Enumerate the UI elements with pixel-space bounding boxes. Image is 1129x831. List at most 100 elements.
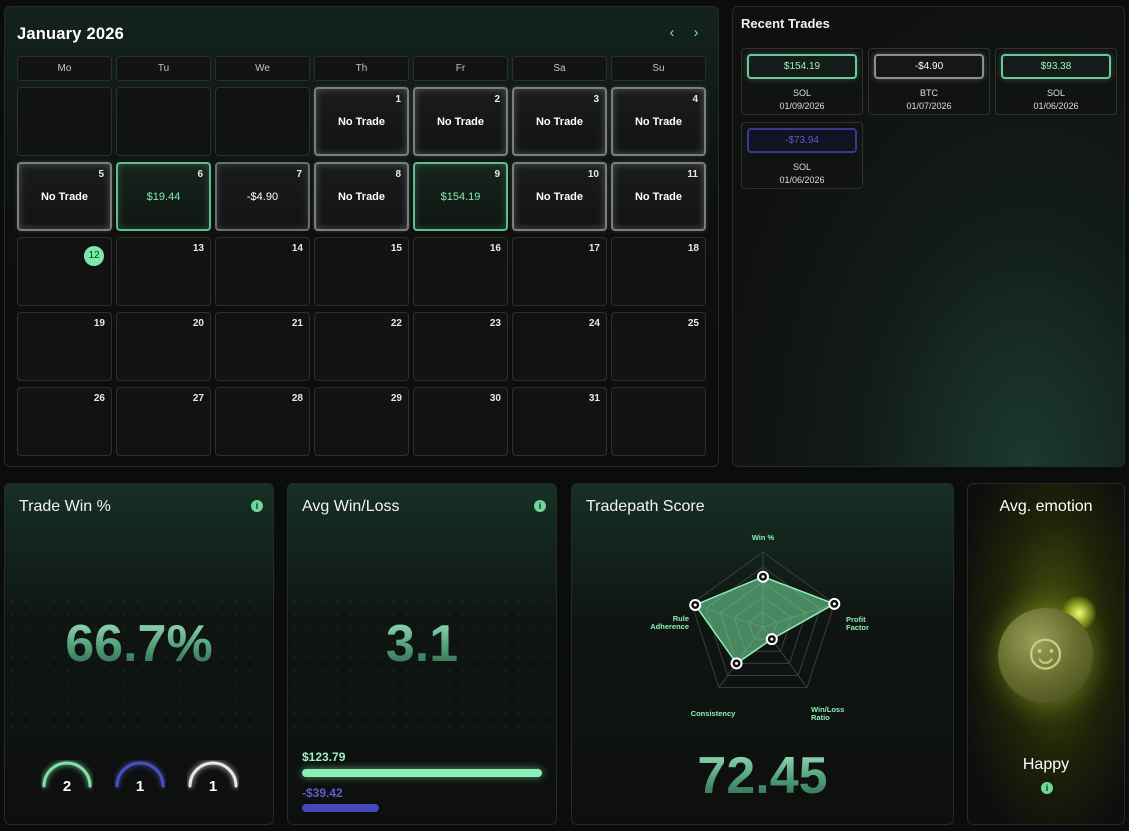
calendar-day-16[interactable]: 16 <box>413 237 508 306</box>
avg-emotion-card: Avg. emotion ☺ Happy i <box>967 483 1125 825</box>
trade-date: 01/06/2026 <box>779 175 825 185</box>
trade-card[interactable]: -$4.90 BTC 01/07/2026 <box>868 48 990 115</box>
calendar-day-2[interactable]: 2 No Trade <box>413 87 508 156</box>
ring-gauge: 1 <box>187 760 239 812</box>
weekday-th: Th <box>314 56 409 81</box>
day-number: 22 <box>390 318 402 329</box>
calendar-day-30[interactable]: 30 <box>413 387 508 456</box>
day-number: 1 <box>395 94 401 105</box>
calendar-day-13[interactable]: 13 <box>116 237 211 306</box>
avg-win-loss-title: Avg Win/Loss <box>302 498 400 515</box>
no-trade-label: No Trade <box>337 191 386 203</box>
trade-card[interactable]: $154.19 SOL 01/09/2026 <box>741 48 863 115</box>
day-number: 5 <box>98 169 104 180</box>
no-trade-label: No Trade <box>634 191 683 203</box>
calendar-day-empty <box>116 87 211 156</box>
day-number: 17 <box>588 243 600 254</box>
weekday-mo: Mo <box>17 56 112 81</box>
day-number: 9 <box>494 169 500 180</box>
info-icon[interactable]: i <box>251 500 263 512</box>
calendar-day-23[interactable]: 23 <box>413 312 508 381</box>
calendar-day-8[interactable]: 8 No Trade <box>314 162 409 231</box>
trade-card[interactable]: $93.38 SOL 01/06/2026 <box>995 48 1117 115</box>
trade-amount: $93.38 <box>1001 54 1111 79</box>
weekday-fr: Fr <box>413 56 508 81</box>
trade-date: 01/09/2026 <box>779 101 825 111</box>
radar-score-area <box>694 575 837 665</box>
ring-count: 2 <box>62 778 72 795</box>
avg-win-amount: $123.79 <box>302 750 346 764</box>
avg-win-bar <box>302 769 542 777</box>
trade-symbol: SOL <box>792 88 811 98</box>
no-trade-label: No Trade <box>436 116 485 128</box>
calendar-day-10[interactable]: 10 No Trade <box>512 162 607 231</box>
day-number: 20 <box>192 318 204 329</box>
radar-point-dot <box>832 602 836 606</box>
calendar-day-21[interactable]: 21 <box>215 312 310 381</box>
calendar-day-3[interactable]: 3 No Trade <box>512 87 607 156</box>
calendar-day-26[interactable]: 26 <box>17 387 112 456</box>
calendar-day-9[interactable]: 9 $154.19 <box>413 162 508 231</box>
calendar-day-20[interactable]: 20 <box>116 312 211 381</box>
calendar-day-22[interactable]: 22 <box>314 312 409 381</box>
calendar-day-24[interactable]: 24 <box>512 312 607 381</box>
calendar-day-empty <box>215 87 310 156</box>
calendar-day-6[interactable]: 6 $19.44 <box>116 162 211 231</box>
calendar-day-15[interactable]: 15 <box>314 237 409 306</box>
weekday-sa: Sa <box>512 56 607 81</box>
trade-win-card: Trade Win % i 66.7% 2 1 1 <box>4 483 274 825</box>
recent-trades-panel: Recent Trades $154.19 SOL 01/09/2026 -$4.90… <box>732 6 1125 467</box>
calendar-day-14[interactable]: 14 <box>215 237 310 306</box>
day-number: 27 <box>192 393 204 404</box>
calendar-day-empty <box>17 87 112 156</box>
no-trade-label: No Trade <box>337 116 386 128</box>
calendar-day-19[interactable]: 19 <box>17 312 112 381</box>
calendar-day-7[interactable]: 7 -$4.90 <box>215 162 310 231</box>
next-month-button[interactable]: › <box>689 25 703 41</box>
tradepath-radar-chart: Win % Profit Factor Win/Loss Ratio Consistenc… <box>650 534 869 722</box>
day-number: 31 <box>588 393 600 404</box>
ring-count: 1 <box>135 778 145 795</box>
trade-symbol: BTC <box>920 88 938 98</box>
calendar-day-1[interactable]: 1 No Trade <box>314 87 409 156</box>
no-trade-label: No Trade <box>40 191 89 203</box>
calendar-day-5[interactable]: 5 No Trade <box>17 162 112 231</box>
prev-month-button[interactable]: ‹ <box>665 25 679 41</box>
day-number: 18 <box>687 243 699 254</box>
day-number: 7 <box>296 169 302 180</box>
day-number: 2 <box>494 94 500 105</box>
calendar-day-11[interactable]: 11 No Trade <box>611 162 706 231</box>
calendar-day-28[interactable]: 28 <box>215 387 310 456</box>
day-number: 6 <box>197 169 203 180</box>
calendar-day-4[interactable]: 4 No Trade <box>611 87 706 156</box>
day-number: 3 <box>593 94 599 105</box>
info-icon[interactable]: i <box>534 500 546 512</box>
day-number: 29 <box>390 393 402 404</box>
day-pnl: $19.44 <box>146 191 181 203</box>
today-badge: 12 <box>84 246 104 266</box>
calendar-day-12[interactable]: 12 <box>17 237 112 306</box>
day-number: 16 <box>489 243 501 254</box>
calendar-day-27[interactable]: 27 <box>116 387 211 456</box>
calendar-day-29[interactable]: 29 <box>314 387 409 456</box>
weekday-su: Su <box>611 56 706 81</box>
day-number: 25 <box>687 318 699 329</box>
avg-loss-bar <box>302 804 379 812</box>
day-number: 8 <box>395 169 401 180</box>
tradepath-score-card: Tradepath Score Win % Profit Factor Win/Los… <box>571 483 954 825</box>
avg-loss-amount: -$39.42 <box>302 786 343 800</box>
trade-date: 01/06/2026 <box>1033 101 1079 111</box>
radar-point-dot <box>693 603 697 607</box>
day-number: 23 <box>489 318 501 329</box>
no-trade-label: No Trade <box>634 116 683 128</box>
info-icon[interactable]: i <box>1041 782 1053 794</box>
calendar-day-18[interactable]: 18 <box>611 237 706 306</box>
smiley-face-icon: ☺ <box>1018 623 1073 681</box>
calendar-day-31[interactable]: 31 <box>512 387 607 456</box>
calendar-day-empty <box>611 387 706 456</box>
calendar-day-17[interactable]: 17 <box>512 237 607 306</box>
calendar-day-25[interactable]: 25 <box>611 312 706 381</box>
day-number: 10 <box>587 169 599 180</box>
day-number: 13 <box>192 243 204 254</box>
trade-card[interactable]: -$73.94 SOL 01/06/2026 <box>741 122 863 189</box>
